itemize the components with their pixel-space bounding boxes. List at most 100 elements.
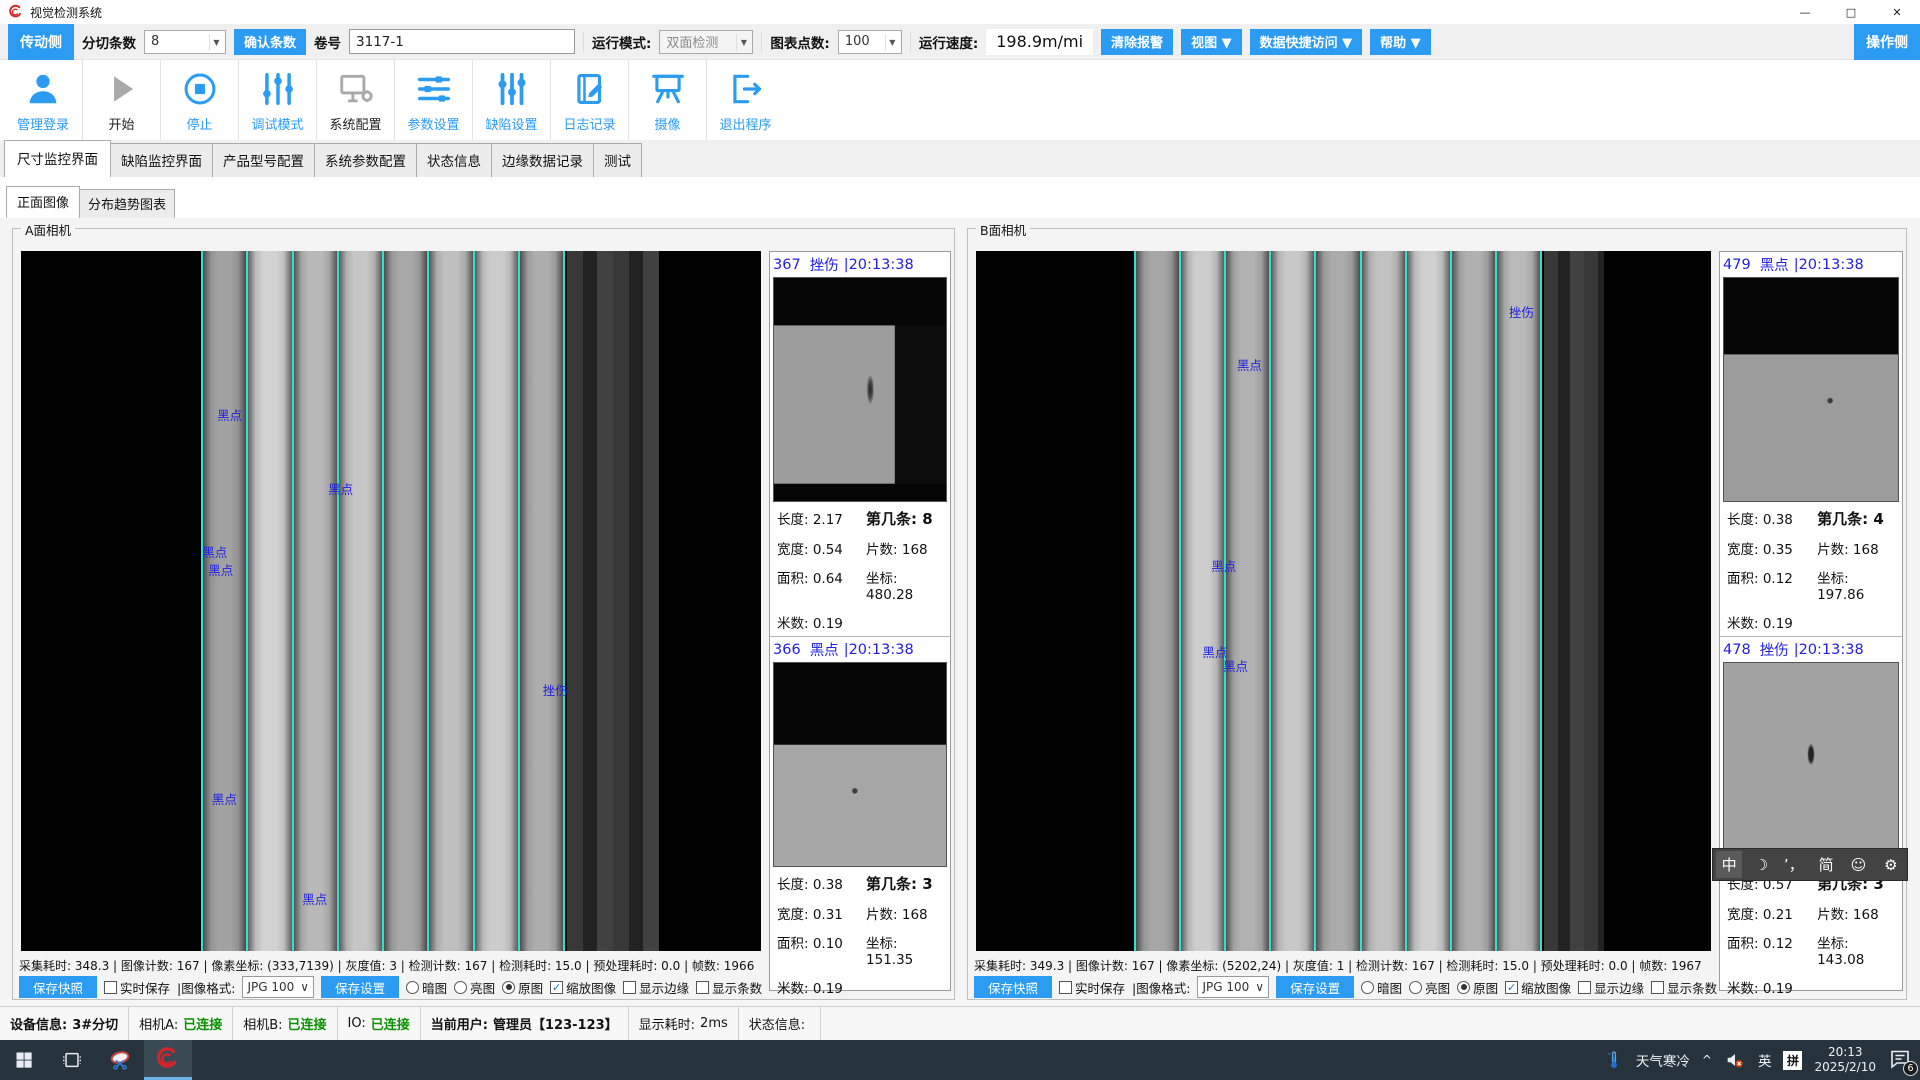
status-segment-value: 管理员【123-123】 [493, 1014, 618, 1033]
defect-header: 367挫伤|20:13:38 [773, 252, 947, 277]
format-label: |图像格式: [177, 978, 235, 997]
defect-thumbnail[interactable] [1723, 662, 1899, 867]
notification-center-icon[interactable]: 6 [1888, 1047, 1914, 1073]
image-format-select[interactable]: JPG 100∨ [242, 976, 314, 998]
status-segment-label: 设备信息: [10, 1014, 67, 1033]
save-snapshot-button[interactable]: 保存快照 [19, 976, 97, 998]
tab-main-4[interactable]: 状态信息 [416, 143, 492, 177]
checkbox-icon [623, 981, 636, 994]
snipping-tool-icon[interactable] [96, 1040, 144, 1080]
ime-settings-icon[interactable]: ⚙ [1878, 851, 1904, 878]
image-format-select[interactable]: JPG 100∨ [1197, 976, 1269, 998]
camera-b-group-title: B面相机 [976, 220, 1030, 239]
speed-value: 198.9m/mi [986, 29, 1093, 55]
bright-image-radio[interactable]: 亮图 [1409, 978, 1450, 997]
tab-sub-0[interactable]: 正面图像 [6, 186, 80, 218]
camera-strip [1269, 251, 1314, 951]
show-strips-checkbox[interactable]: 显示条数 [1651, 978, 1717, 997]
save-settings-button[interactable]: 保存设置 [1276, 976, 1354, 998]
run-mode-select[interactable]: 双面检测▼ [659, 30, 753, 54]
tab-main-1[interactable]: 缺陷监控界面 [110, 143, 213, 177]
defect-thumbnail[interactable] [1723, 277, 1899, 502]
defect-stat: 第几条: 3 [866, 873, 945, 894]
zoom-image-checkbox[interactable]: ✓缩放图像 [1505, 978, 1571, 997]
slit-count-select[interactable]: 8▼ [144, 30, 226, 54]
dark-image-radio[interactable]: 暗图 [1361, 978, 1402, 997]
roll-number-input[interactable]: 3117-1 [349, 29, 575, 54]
ribbon-button-system-config[interactable]: 系统配置 [316, 60, 394, 140]
confirm-count-button[interactable]: 确认条数 [234, 29, 306, 55]
ribbon-button-debug-mode[interactable]: 调试模式 [238, 60, 316, 140]
data-shortcut-menu-button[interactable]: 数据快捷访问 ▼ [1250, 29, 1363, 55]
roll-label: 卷号 [314, 32, 341, 52]
bright-image-radio[interactable]: 亮图 [454, 978, 495, 997]
view-menu-button[interactable]: 视图 ▼ [1181, 29, 1242, 55]
tab-main-0[interactable]: 尺寸监控界面 [4, 140, 111, 177]
camera-strip [1179, 251, 1224, 951]
ribbon-button-exit[interactable]: 退出程序 [706, 60, 784, 140]
camera-strip [337, 251, 382, 951]
ribbon-button-defect-settings[interactable]: 缺陷设置 [472, 60, 550, 140]
defect-thumbnail[interactable] [773, 277, 947, 502]
tray-expand-chevron[interactable]: ^ [1702, 1053, 1712, 1067]
ime-fullwidth-moon-icon[interactable]: ☽ [1748, 851, 1774, 878]
tab-sub-1[interactable]: 分布趋势图表 [79, 189, 175, 218]
ribbon-button-admin-login[interactable]: 管理登录 [4, 60, 82, 140]
camera-a-image[interactable]: 黑点黑点黑点黑点挫伤黑点黑点 [21, 251, 761, 951]
ribbon-button-stop[interactable]: 停止 [160, 60, 238, 140]
realtime-save-checkbox[interactable]: 实时保存 [1059, 978, 1125, 997]
ribbon-button-log[interactable]: 日志记录 [550, 60, 628, 140]
ime-lang-chinese[interactable]: 中 [1716, 851, 1742, 878]
operate-side-button[interactable]: 操作侧 [1854, 24, 1920, 60]
ime-charset-simplified[interactable]: 简 [1813, 851, 1839, 878]
clear-alarm-button[interactable]: 清除报警 [1101, 29, 1173, 55]
save-settings-button[interactable]: 保存设置 [321, 976, 399, 998]
tab-main-2[interactable]: 产品型号配置 [212, 143, 315, 177]
start-button[interactable] [0, 1040, 48, 1080]
close-button[interactable]: ✕ [1874, 0, 1920, 24]
weather-status-text[interactable]: 天气寒冷 [1636, 1050, 1690, 1070]
show-edges-checkbox[interactable]: 显示边缘 [1578, 978, 1644, 997]
show-strips-checkbox[interactable]: 显示条数 [696, 978, 762, 997]
speed-label: 运行速度: [919, 32, 978, 52]
original-image-radio[interactable]: 原图 [502, 978, 543, 997]
drive-side-button[interactable]: 传动侧 [8, 24, 74, 60]
chart-points-label: 图表点数: [770, 32, 829, 52]
camera-b-image[interactable]: 挫伤黑点黑点黑点黑点 [976, 251, 1711, 951]
ribbon-button-param-settings[interactable]: 参数设置 [394, 60, 472, 140]
radio-icon [1409, 981, 1422, 994]
save-snapshot-button[interactable]: 保存快照 [974, 976, 1052, 998]
defect-stat: 坐标: 480.28 [866, 567, 945, 603]
status-segment-label: IO: [348, 1016, 366, 1031]
format-value: JPG 100 [247, 980, 294, 994]
content-area: A面相机 黑点黑点黑点黑点挫伤黑点黑点 367挫伤|20:13:38长度: 2.… [0, 218, 1920, 1006]
ribbon-button-capture[interactable]: 摄像 [628, 60, 706, 140]
thermometer-icon[interactable] [1604, 1049, 1624, 1071]
taskbar-clock[interactable]: 20:13 2025/2/10 [1814, 1045, 1876, 1075]
image-defect-label: 黑点 [202, 542, 227, 561]
tab-main-3[interactable]: 系统参数配置 [314, 143, 417, 177]
slit-count-label: 分切条数 [82, 32, 136, 52]
volume-muted-icon[interactable] [1724, 1049, 1746, 1071]
dark-image-radio[interactable]: 暗图 [406, 978, 447, 997]
zoom-image-checkbox[interactable]: ✓缩放图像 [550, 978, 616, 997]
tab-main-5[interactable]: 边缘数据记录 [491, 143, 594, 177]
ribbon-button-start[interactable]: 开始 [82, 60, 160, 140]
original-image-radio[interactable]: 原图 [1457, 978, 1498, 997]
show-edges-checkbox[interactable]: 显示边缘 [623, 978, 689, 997]
minimize-button[interactable]: — [1782, 0, 1828, 24]
chart-points-select[interactable]: 100▼ [838, 30, 902, 54]
ime-indicator[interactable]: 拼 [1783, 1051, 1802, 1070]
help-menu-button[interactable]: 帮助 ▼ [1370, 29, 1431, 55]
realtime-save-checkbox[interactable]: 实时保存 [104, 978, 170, 997]
app-taskbar-icon[interactable] [144, 1040, 192, 1080]
tab-main-6[interactable]: 测试 [593, 143, 642, 177]
ime-emoji-icon[interactable]: ☺ [1845, 851, 1871, 878]
ime-punctuation-icon[interactable]: ’， [1781, 851, 1807, 878]
status-segment-label: 显示耗时: [639, 1014, 695, 1033]
task-view-icon[interactable] [48, 1040, 96, 1080]
maximize-button[interactable]: □ [1828, 0, 1874, 24]
defect-thumbnail[interactable] [773, 662, 947, 867]
user-icon [24, 67, 62, 111]
language-indicator[interactable]: 英 [1758, 1050, 1772, 1070]
